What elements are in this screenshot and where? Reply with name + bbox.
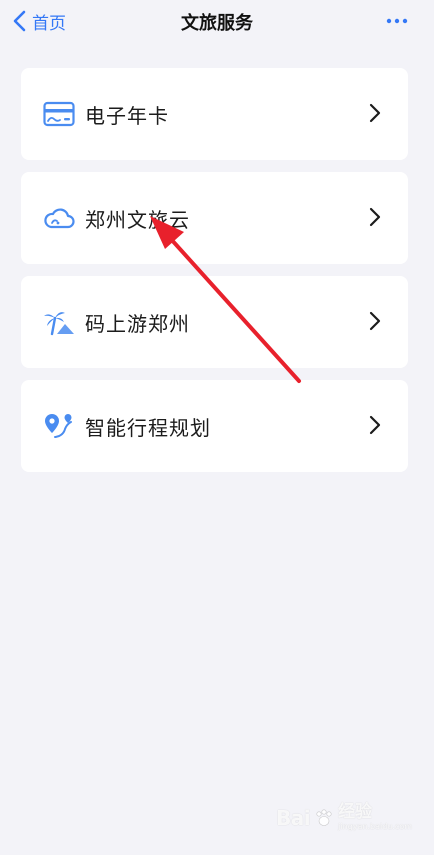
paw-icon	[316, 808, 332, 826]
service-label: 码上游郑州	[85, 312, 190, 336]
chevron-right-icon	[369, 415, 381, 435]
service-label: 郑州文旅云	[85, 208, 190, 232]
cloud-icon	[43, 203, 75, 233]
chevron-right-icon	[369, 311, 381, 331]
baidu-jingyan-watermark: Bai 经验 jingyan.baidu.com	[276, 804, 412, 831]
service-item-scan-to-tour-zhengzhou[interactable]: 码上游郑州	[21, 276, 408, 368]
watermark-brand: Bai	[276, 805, 311, 830]
map-pin-route-icon	[43, 411, 75, 441]
service-item-electronic-annual-card[interactable]: 电子年卡	[21, 68, 408, 160]
watermark-brand-cn: 经验	[338, 802, 373, 822]
page-title: 文旅服务	[181, 13, 253, 34]
more-button[interactable]	[384, 10, 410, 32]
palm-tree-icon	[43, 307, 75, 337]
service-label: 智能行程规划	[85, 416, 211, 440]
chevron-right-icon	[369, 103, 381, 123]
service-item-zhengzhou-culture-tourism-cloud[interactable]: 郑州文旅云	[21, 172, 408, 264]
membership-card-icon	[43, 99, 75, 129]
more-dots-icon	[386, 18, 408, 24]
service-item-smart-itinerary-planning[interactable]: 智能行程规划	[21, 380, 408, 472]
navigation-bar: 首页 文旅服务	[0, 0, 434, 44]
service-label: 电子年卡	[85, 104, 169, 128]
chevron-right-icon	[369, 207, 381, 227]
watermark-site: jingyan.baidu.com	[338, 822, 412, 831]
page: 首页 文旅服务 电子年卡 郑州文旅云 码上游郑州 智能行程规划 Bai 经验 j…	[0, 0, 434, 855]
